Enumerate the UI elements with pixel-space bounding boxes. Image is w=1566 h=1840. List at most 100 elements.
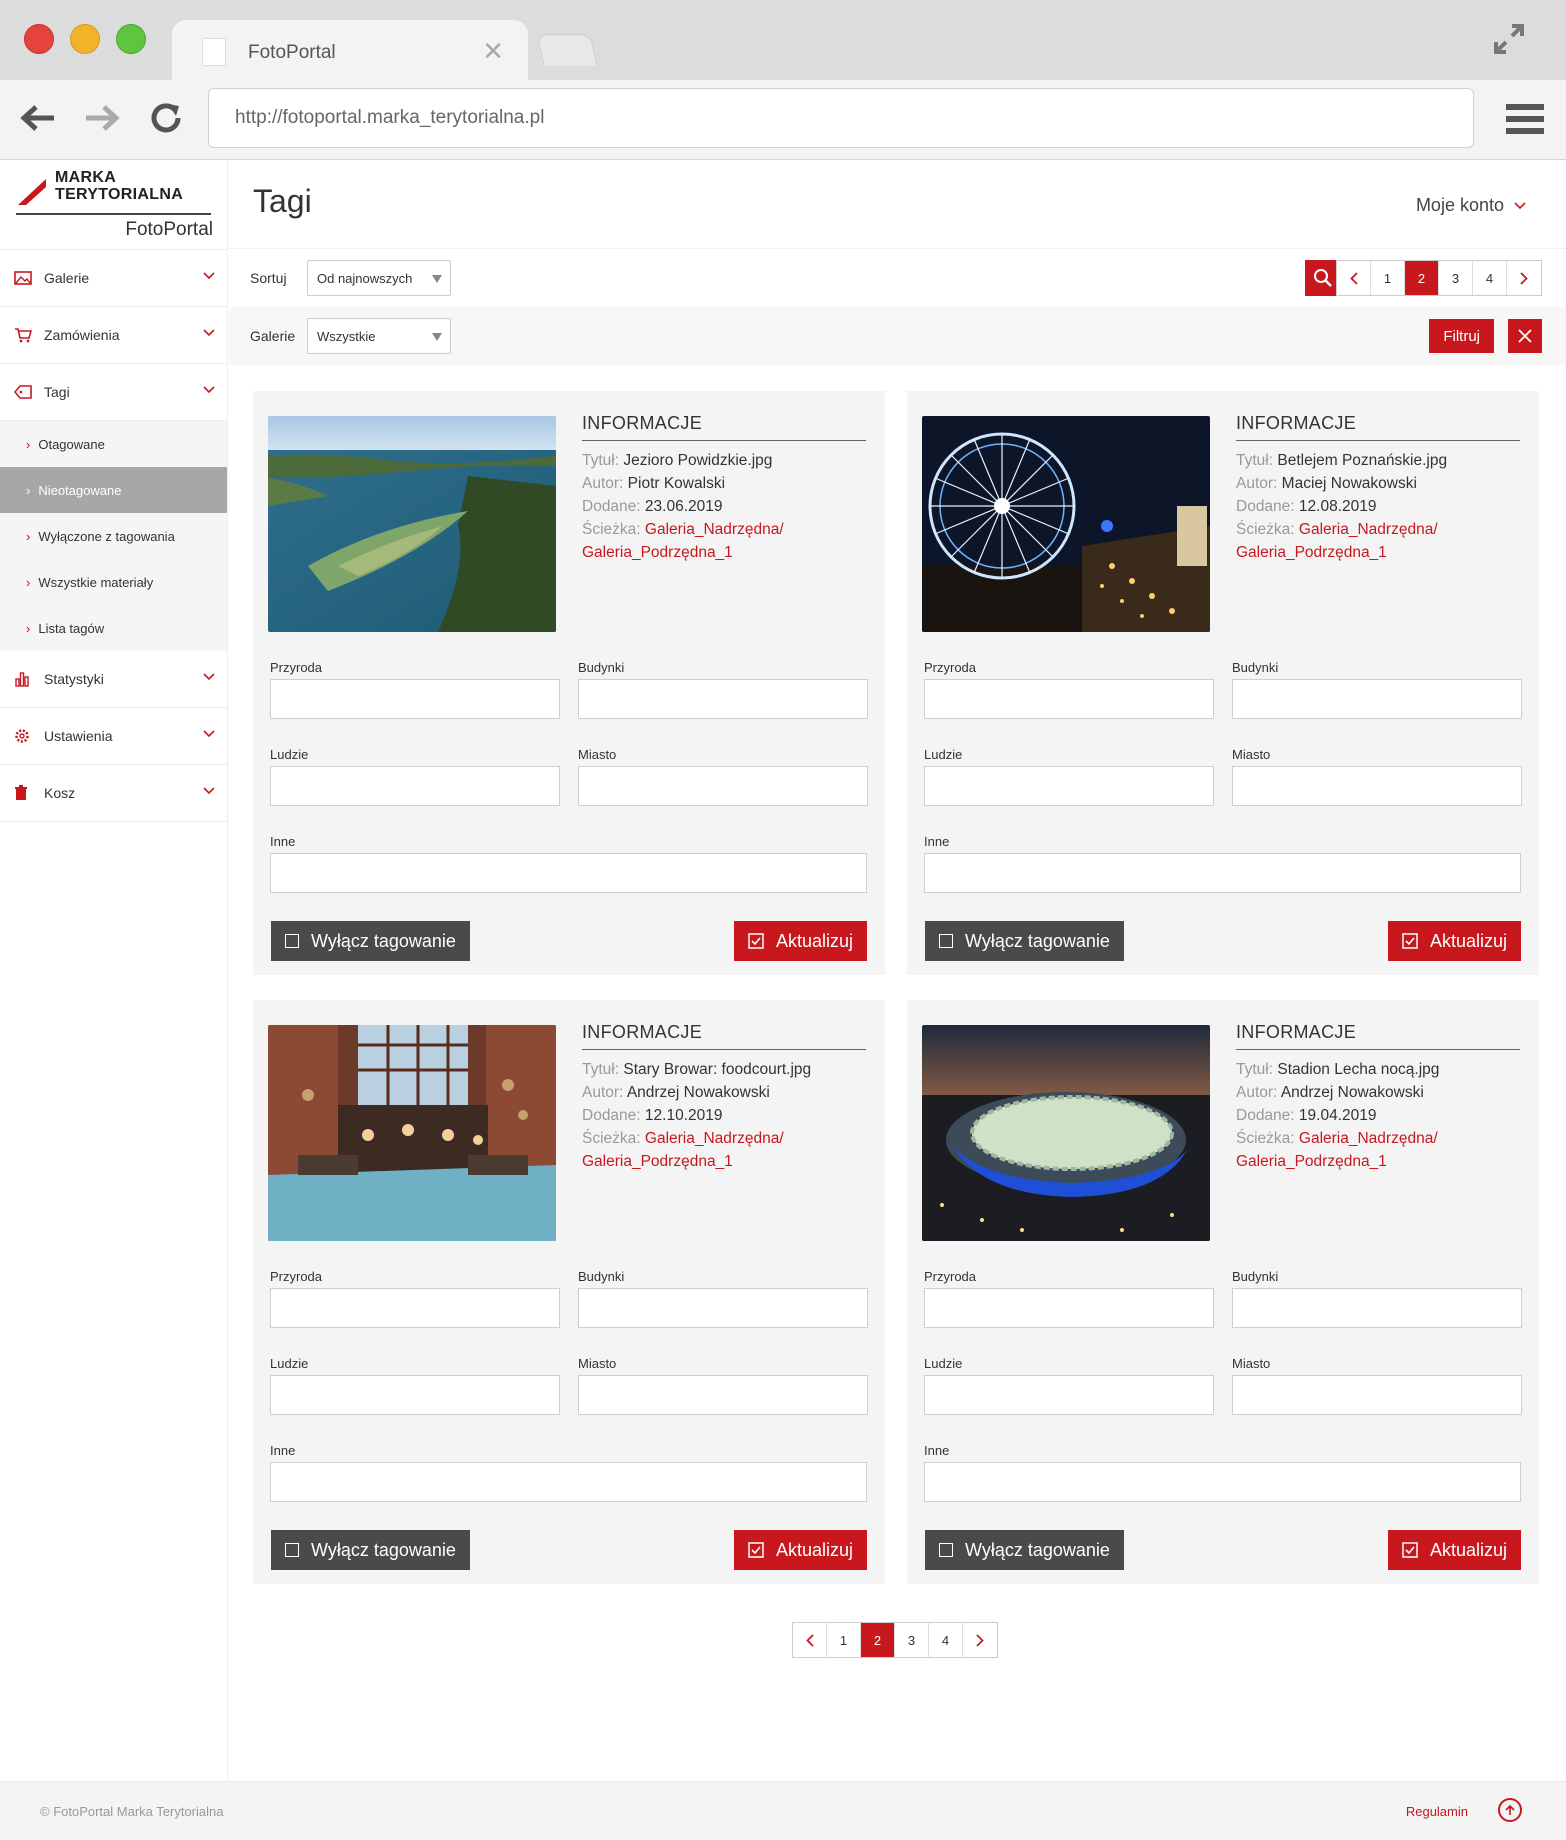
tag-input-people[interactable]	[270, 766, 560, 806]
sidebar-item-ustawienia[interactable]: Ustawienia	[0, 708, 227, 765]
photo-path-link[interactable]: Galeria_Nadrzędna/	[1299, 1130, 1438, 1147]
page-next-button[interactable]	[963, 1623, 997, 1657]
sidebar-subitem-lista-tagow[interactable]: › Lista tagów	[0, 605, 227, 651]
disable-square-icon	[285, 1543, 299, 1557]
account-menu[interactable]: Moje konto	[1416, 195, 1526, 216]
update-button[interactable]: Aktualizuj	[734, 921, 868, 961]
photo-path-link[interactable]: Galeria_Nadrzędna/	[1299, 521, 1438, 538]
tag-input-city[interactable]	[578, 766, 868, 806]
update-button[interactable]: Aktualizuj	[1388, 921, 1522, 961]
forward-arrow-icon[interactable]	[82, 98, 122, 138]
disable-tagging-button[interactable]: Wyłącz tagowanie	[925, 921, 1124, 961]
browser-tab[interactable]: FotoPortal ✕	[172, 20, 528, 80]
brand-logo[interactable]: MARKA TERYTORIALNA FotoPortal	[0, 161, 227, 249]
photo-path-link[interactable]: Galeria_Podrzędna_1	[1236, 544, 1387, 561]
photo-thumbnail-lake[interactable]	[268, 416, 556, 632]
disable-tagging-button[interactable]: Wyłącz tagowanie	[925, 1530, 1124, 1570]
tag-input-city[interactable]	[1232, 766, 1522, 806]
disable-tagging-button[interactable]: Wyłącz tagowanie	[271, 1530, 470, 1570]
page-prev-button[interactable]	[793, 1623, 827, 1657]
hamburger-menu-icon[interactable]	[1506, 102, 1544, 136]
sidebar-subitem-wszystkie[interactable]: › Wszystkie materiały	[0, 559, 227, 605]
tag-input-people[interactable]	[924, 1375, 1214, 1415]
scroll-to-top-button[interactable]	[1498, 1798, 1522, 1822]
tag-input-nature[interactable]	[924, 679, 1214, 719]
page-button-current[interactable]: 2	[1405, 261, 1439, 295]
url-text: http://fotoportal.marka_terytorialna.pl	[235, 107, 545, 128]
tag-input-buildings[interactable]	[1232, 679, 1522, 719]
photo-path-link[interactable]: Galeria_Nadrzędna/	[645, 1130, 784, 1147]
page-button[interactable]: 3	[895, 1623, 929, 1657]
sidebar-item-zamowienia[interactable]: Zamówienia	[0, 307, 227, 364]
photo-path-link[interactable]: Galeria_Podrzędna_1	[582, 544, 733, 561]
terms-link[interactable]: Regulamin	[1406, 1804, 1468, 1819]
sort-row: Sortuj Od najnowszych 1 2 3 4	[229, 249, 1566, 307]
sidebar-subitem-otagowane[interactable]: › Otagowane	[0, 421, 227, 467]
tag-input-people[interactable]	[270, 1375, 560, 1415]
account-label: Moje konto	[1415, 195, 1504, 215]
photo-path-link[interactable]: Galeria_Podrzędna_1	[1236, 1153, 1387, 1170]
sidebar-subitem-nieotagowane[interactable]: › Nieotagowane	[0, 467, 227, 513]
update-button[interactable]: Aktualizuj	[1388, 1530, 1522, 1570]
sidebar-item-statystyki[interactable]: Statystyki	[0, 651, 227, 708]
photo-thumbnail-foodcourt[interactable]	[268, 1025, 556, 1241]
window-minimize-button[interactable]	[70, 24, 100, 54]
search-icon	[1314, 269, 1332, 287]
tag-input-nature[interactable]	[924, 1288, 1214, 1328]
disable-tagging-button[interactable]: Wyłącz tagowanie	[271, 921, 470, 961]
reload-icon[interactable]	[146, 98, 186, 138]
sidebar-subitem-wylaczone[interactable]: › Wyłączone z tagowania	[0, 513, 227, 559]
field-label-nature: Przyroda	[270, 660, 323, 675]
tag-input-buildings[interactable]	[1232, 1288, 1522, 1328]
clear-filter-button[interactable]	[1508, 319, 1542, 353]
window-close-button[interactable]	[24, 24, 54, 54]
window-zoom-button[interactable]	[116, 24, 146, 54]
page-button[interactable]: 1	[827, 1623, 861, 1657]
page-prev-button[interactable]	[1337, 261, 1371, 295]
tag-input-other[interactable]	[270, 1462, 867, 1502]
tag-input-nature[interactable]	[270, 679, 560, 719]
browser-toolbar: http://fotoportal.marka_terytorialna.pl	[0, 80, 1566, 160]
tag-input-city[interactable]	[578, 1375, 868, 1415]
tag-input-other[interactable]	[924, 853, 1521, 893]
photo-path-link[interactable]: Galeria_Podrzędna_1	[582, 1153, 733, 1170]
page-button[interactable]: 3	[1439, 261, 1473, 295]
sidebar-item-galerie[interactable]: Galerie	[0, 250, 227, 307]
photo-info: INFORMACJE Tytuł: Stary Browar: foodcour…	[582, 1022, 866, 1173]
sidebar-nav: Galerie Zamówienia Tagi › Otagowane › Nieo…	[0, 249, 227, 822]
photo-card: INFORMACJE Tytuł: Stary Browar: foodcour…	[253, 1000, 885, 1584]
sort-select[interactable]: Od najnowszych	[307, 260, 451, 296]
tag-input-nature[interactable]	[270, 1288, 560, 1328]
tab-close-icon[interactable]: ✕	[482, 36, 504, 67]
tag-input-other[interactable]	[924, 1462, 1521, 1502]
filter-button[interactable]: Filtruj	[1429, 319, 1494, 353]
field-label-city: Miasto	[578, 1356, 617, 1371]
update-button[interactable]: Aktualizuj	[734, 1530, 868, 1570]
page-next-button[interactable]	[1507, 261, 1541, 295]
photo-thumbnail-stadium[interactable]	[922, 1025, 1210, 1241]
back-arrow-icon[interactable]	[18, 98, 58, 138]
tab-title: FotoPortal	[248, 42, 336, 63]
sidebar-item-kosz[interactable]: Kosz	[0, 765, 227, 822]
chevron-left-icon	[805, 1633, 814, 1647]
photo-thumbnail-ferris-wheel[interactable]	[922, 416, 1210, 632]
page-button[interactable]: 1	[1371, 261, 1405, 295]
sidebar-item-tagi[interactable]: Tagi	[0, 364, 227, 421]
page-button[interactable]: 4	[1473, 261, 1507, 295]
page-button[interactable]: 4	[929, 1623, 963, 1657]
tag-input-buildings[interactable]	[578, 679, 868, 719]
fullscreen-icon[interactable]	[1492, 22, 1526, 56]
tag-input-people[interactable]	[924, 766, 1214, 806]
gallery-select[interactable]: Wszystkie	[307, 318, 451, 354]
new-tab-button[interactable]	[536, 34, 598, 66]
tag-input-city[interactable]	[1232, 1375, 1522, 1415]
tag-icon	[14, 385, 36, 399]
page-icon	[202, 38, 226, 66]
photo-path-link[interactable]: Galeria_Nadrzędna/	[645, 521, 784, 538]
tag-input-buildings[interactable]	[578, 1288, 868, 1328]
pagination-top: 1 2 3 4	[1336, 260, 1542, 296]
page-button-current[interactable]: 2	[861, 1623, 895, 1657]
address-bar[interactable]: http://fotoportal.marka_terytorialna.pl	[208, 88, 1474, 148]
sidebar-item-label: Zamówienia	[44, 327, 120, 343]
tag-input-other[interactable]	[270, 853, 867, 893]
